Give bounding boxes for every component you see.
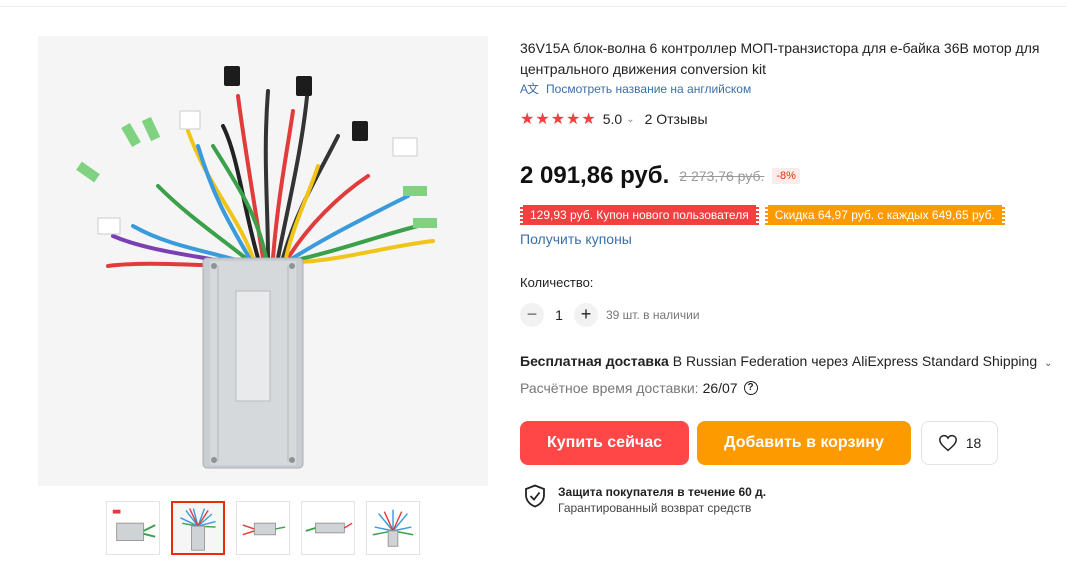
- add-to-cart-button[interactable]: Добавить в корзину: [697, 421, 911, 465]
- shipping-info[interactable]: Бесплатная доставка В Russian Federation…: [520, 353, 1052, 369]
- get-coupons-link[interactable]: Получить купоны: [520, 231, 632, 247]
- wishlist-button[interactable]: 18: [921, 421, 998, 465]
- main-product-image[interactable]: [38, 36, 488, 486]
- shield-check-icon: [525, 484, 545, 508]
- stock-count: 39 шт. в наличии: [606, 308, 700, 322]
- thumbnail-2[interactable]: [171, 501, 225, 555]
- rating-caret-icon[interactable]: ⌄: [626, 114, 634, 125]
- protection-title: Защита покупателя в течение 60 д.: [558, 485, 767, 499]
- rating-row: ★★★★★ 5.0 ⌄ 2 Отзывы: [520, 109, 708, 129]
- free-shipping-label: Бесплатная доставка: [520, 353, 669, 369]
- buy-now-button[interactable]: Купить сейчас: [520, 421, 689, 465]
- reviews-link[interactable]: 2 Отзывы: [645, 111, 708, 127]
- product-title: 36V15A блок-волна 6 контроллер МОП-транз…: [520, 40, 1040, 77]
- translate-icon: A文: [520, 82, 539, 96]
- quantity-value[interactable]: 1: [544, 307, 574, 323]
- top-divider: [0, 6, 1066, 7]
- thumbnail-4[interactable]: [301, 501, 355, 555]
- price-row: 2 091,86 руб. 2 273,76 руб. -8%: [520, 162, 800, 190]
- coupon-row: 129,93 руб. Купон нового пользователя Ск…: [517, 205, 1009, 225]
- quantity-decrease-button[interactable]: −: [520, 303, 544, 327]
- store-discount-coupon[interactable]: Скидка 64,97 руб. с каждых 649,65 руб.: [761, 205, 1009, 225]
- shipping-caret-icon[interactable]: ⌄: [1044, 358, 1052, 369]
- buyer-protection: Защита покупателя в течение 60 д. Гарант…: [524, 484, 766, 516]
- controller-illustration: [38, 36, 488, 486]
- translate-link-label: Посмотреть название на английском: [546, 81, 752, 96]
- heart-icon: [938, 434, 957, 452]
- thumbnail-5[interactable]: [366, 501, 420, 555]
- new-user-coupon[interactable]: 129,93 руб. Купон нового пользователя: [517, 205, 762, 225]
- quantity-stepper: − 1 + 39 шт. в наличии: [520, 303, 700, 327]
- wishlist-count: 18: [965, 435, 982, 451]
- translate-title-link[interactable]: A文 Посмотреть название на английском: [520, 80, 751, 97]
- thumbnail-3[interactable]: [236, 501, 290, 555]
- original-price: 2 273,76 руб.: [679, 168, 765, 184]
- rating-value[interactable]: 5.0: [603, 111, 622, 127]
- thumbnail-strip: [106, 501, 420, 555]
- delivery-eta-label: Расчётное время доставки:: [520, 380, 699, 396]
- shipping-details: В Russian Federation через AliExpress St…: [672, 353, 1038, 369]
- current-price: 2 091,86 руб.: [520, 162, 670, 189]
- discount-badge: -8%: [772, 168, 800, 184]
- quantity-increase-button[interactable]: +: [574, 303, 598, 327]
- thumbnail-1[interactable]: [106, 501, 160, 555]
- protection-subtitle: Гарантированный возврат средств: [558, 501, 752, 515]
- quantity-label: Количество:: [520, 275, 594, 290]
- delivery-eta-date: 26/07: [702, 380, 738, 396]
- help-icon[interactable]: ?: [743, 381, 758, 395]
- rating-stars-icon: ★★★★★: [520, 111, 597, 128]
- delivery-estimate: Расчётное время доставки: 26/07 ?: [520, 380, 758, 396]
